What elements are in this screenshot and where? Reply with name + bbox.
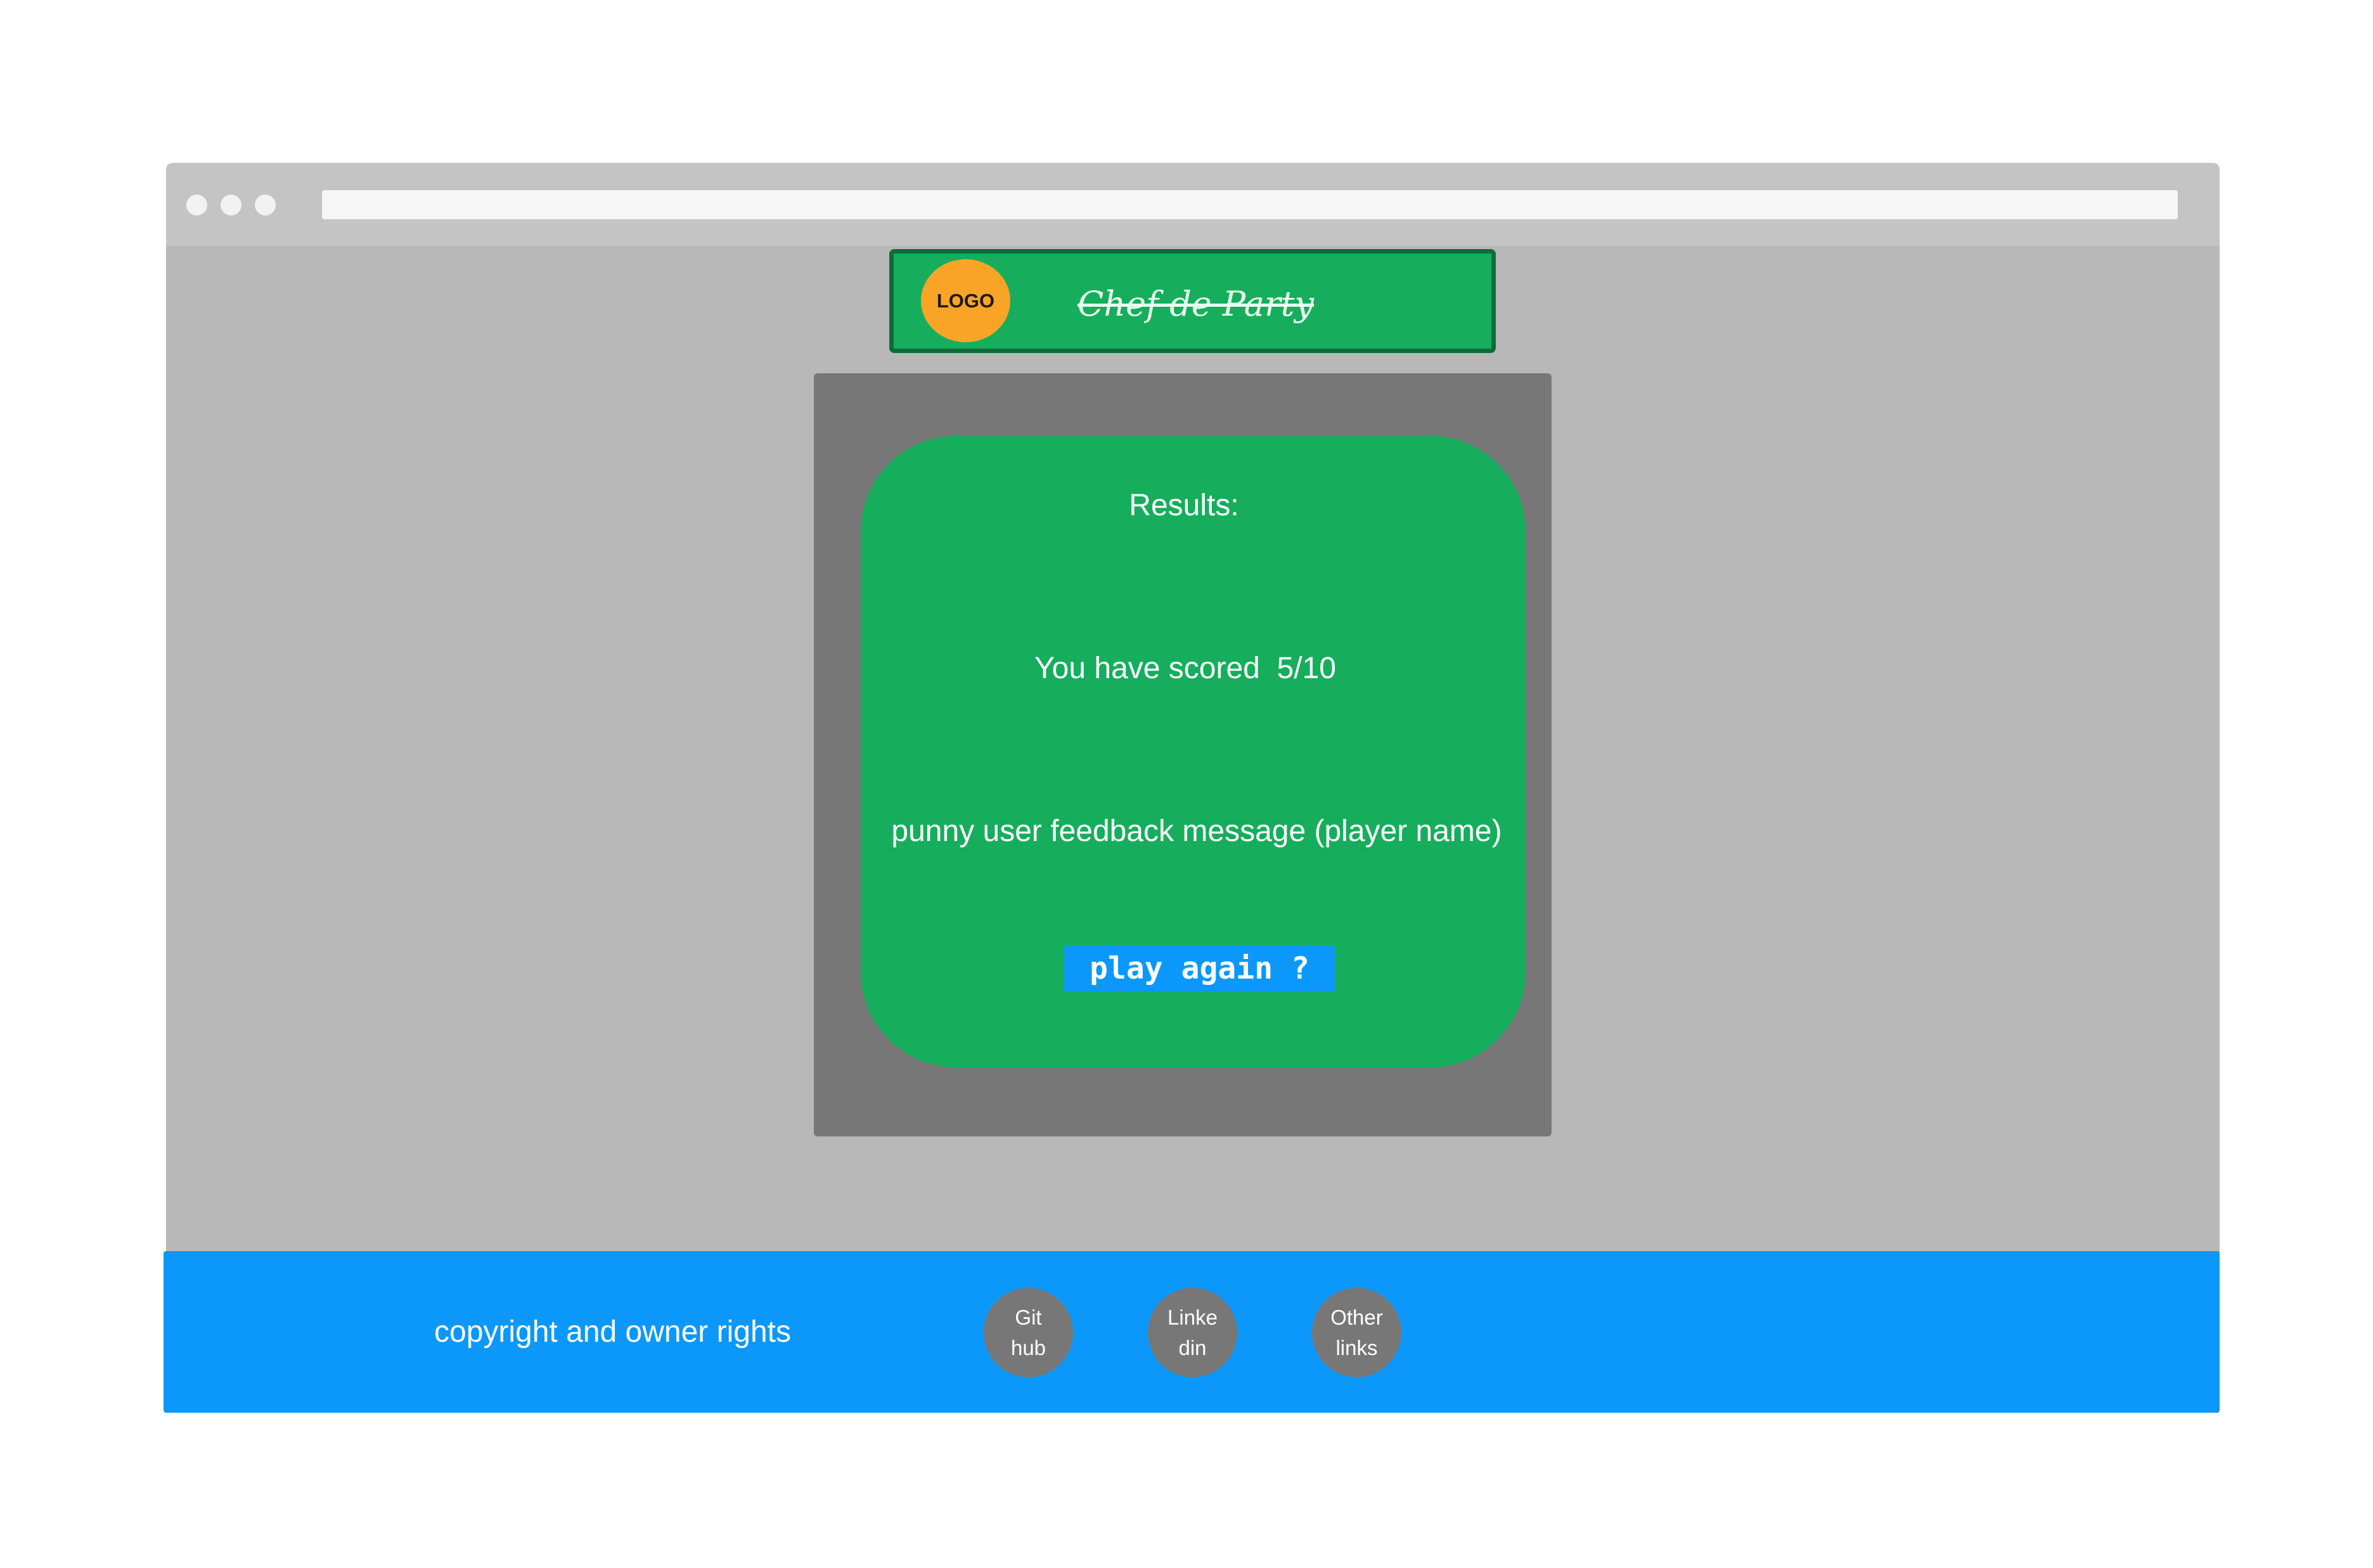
other-links-label: Other links xyxy=(1330,1302,1383,1363)
github-link-line1: Git xyxy=(1015,1305,1042,1329)
other-links-line1: Other xyxy=(1330,1305,1383,1329)
results-heading: Results: xyxy=(1129,489,1239,522)
linkedin-link-line2: din xyxy=(1178,1335,1207,1359)
linkedin-link-label: Linke din xyxy=(1167,1302,1218,1363)
feedback-message: punny user feedback message (player name… xyxy=(891,814,1502,848)
linkedin-link-line1: Linke xyxy=(1167,1305,1218,1329)
play-again-label: play again ? xyxy=(1090,951,1309,986)
browser-chrome xyxy=(166,163,2220,246)
site-title: Chef de Party xyxy=(1077,284,1315,324)
other-links-link[interactable]: Other links xyxy=(1312,1288,1401,1377)
logo[interactable]: LOGO xyxy=(921,259,1010,342)
window-close-dot[interactable] xyxy=(186,195,207,215)
score-text: You have scored 5/10 xyxy=(1034,652,1336,685)
linkedin-link[interactable]: Linke din xyxy=(1148,1288,1237,1377)
window-maximize-dot[interactable] xyxy=(255,195,276,215)
github-link-line2: hub xyxy=(1010,1335,1046,1359)
other-links-line2: links xyxy=(1335,1335,1378,1359)
window-minimize-dot[interactable] xyxy=(221,195,241,215)
copyright-text: copyright and owner rights xyxy=(434,1315,791,1349)
github-link-label: Git hub xyxy=(1011,1302,1046,1363)
play-again-button[interactable]: play again ? xyxy=(1064,946,1335,991)
address-bar[interactable] xyxy=(322,190,2178,219)
github-link[interactable]: Git hub xyxy=(984,1288,1073,1377)
logo-label: LOGO xyxy=(936,289,995,312)
